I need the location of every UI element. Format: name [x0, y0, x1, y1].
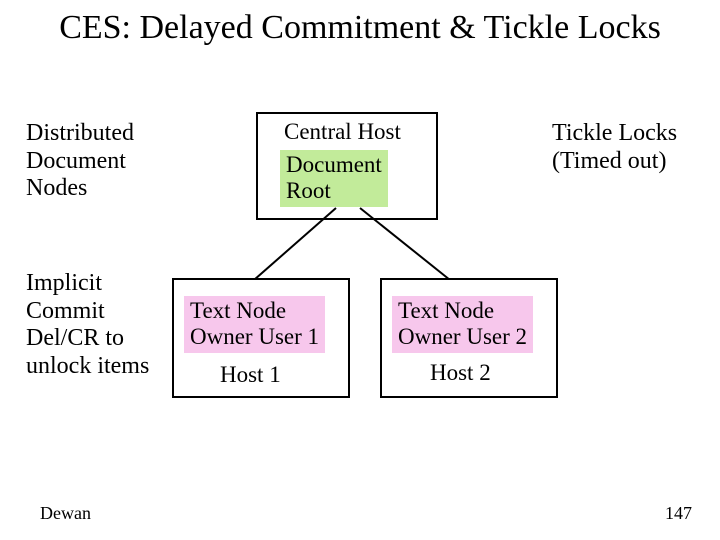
footer-author: Dewan — [40, 503, 91, 524]
footer-page-number: 147 — [665, 503, 692, 524]
central-host-label: Central Host — [284, 119, 401, 145]
label-distributed-document-nodes: Distributed Document Nodes — [26, 120, 134, 203]
host2-label: Host 2 — [430, 360, 491, 386]
document-root-node: Document Root — [280, 150, 388, 207]
text-node-owner-user2: Text Node Owner User 2 — [392, 296, 533, 353]
label-tickle-locks: Tickle Locks (Timed out) — [552, 120, 677, 175]
label-implicit-commit: Implicit Commit Del/CR to unlock items — [26, 270, 149, 380]
text-node-owner-user1: Text Node Owner User 1 — [184, 296, 325, 353]
host1-label: Host 1 — [220, 362, 281, 388]
slide-title: CES: Delayed Commitment & Tickle Locks — [0, 0, 720, 47]
